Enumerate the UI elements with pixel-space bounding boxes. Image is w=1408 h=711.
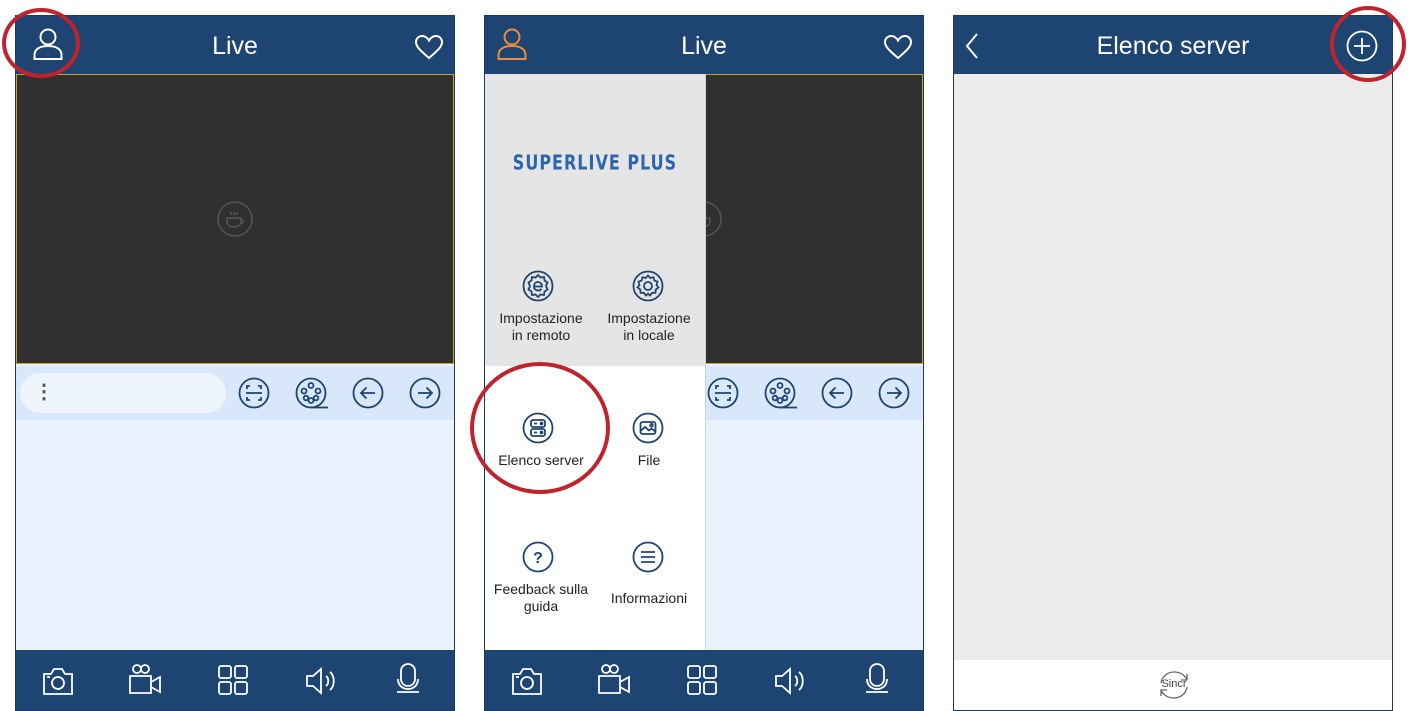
- remote-settings-icon: [522, 270, 554, 302]
- side-menu: SUPERLIVE PLUS Impostazione in remoto Im…: [485, 74, 706, 650]
- grid-layout-icon[interactable]: [217, 664, 249, 696]
- film-reel-icon[interactable]: [764, 377, 798, 411]
- more-icon[interactable]: ⋮: [34, 379, 54, 404]
- video-window[interactable]: [16, 74, 454, 364]
- sync-bar: Sincr: [954, 660, 1392, 710]
- camera-icon[interactable]: [42, 666, 74, 696]
- speaker-icon[interactable]: [774, 665, 810, 697]
- menu-header: SUPERLIVE PLUS Impostazione in remoto Im…: [485, 74, 705, 366]
- arrow-right-icon[interactable]: [409, 377, 441, 409]
- menu-label: File: [637, 452, 661, 468]
- video-record-icon[interactable]: [128, 663, 164, 695]
- heart-icon[interactable]: [883, 34, 913, 60]
- menu-label: Informazioni: [610, 590, 688, 606]
- top-bar: Live: [16, 16, 454, 74]
- image-file-icon: [632, 412, 664, 444]
- microphone-icon[interactable]: [395, 662, 421, 698]
- arrow-left-icon[interactable]: [352, 377, 384, 409]
- sync-label: Sincr: [1161, 678, 1187, 690]
- menu-label: Feedback sulla guida: [493, 581, 589, 614]
- heart-icon[interactable]: [414, 34, 444, 60]
- coffee-cup-icon: [217, 201, 253, 237]
- app-logo: SUPERLIVE PLUS: [512, 150, 678, 175]
- arrow-right-icon[interactable]: [878, 377, 910, 409]
- camera-icon[interactable]: [511, 666, 543, 696]
- page-title: Live: [681, 32, 727, 60]
- top-bar: Elenco server: [954, 16, 1392, 74]
- bottom-toolbar: [16, 650, 454, 710]
- video-record-icon[interactable]: [597, 663, 633, 695]
- bottom-toolbar: [485, 650, 923, 710]
- grid-layout-icon[interactable]: [686, 664, 718, 696]
- fullscreen-scan-icon[interactable]: [238, 377, 270, 409]
- highlight-server-list: [470, 362, 610, 494]
- highlight-user-icon: [2, 8, 80, 78]
- screen-live: Live ⋮: [15, 15, 455, 711]
- page-title: Live: [212, 32, 258, 60]
- svg-text:?: ?: [533, 550, 543, 567]
- more-menu-field[interactable]: ⋮: [20, 373, 226, 413]
- arrow-left-icon[interactable]: [821, 377, 853, 409]
- microphone-icon[interactable]: [864, 662, 890, 698]
- help-icon: ?: [522, 541, 554, 573]
- menu-label: Impostazione in locale: [607, 310, 691, 343]
- sync-button[interactable]: Sincr: [1150, 669, 1198, 701]
- fullscreen-scan-icon[interactable]: [707, 377, 739, 409]
- screen-server-list: Elenco server Sincr: [953, 15, 1393, 711]
- info-list-icon: [632, 541, 664, 573]
- top-bar: Live: [485, 16, 923, 74]
- gear-icon: [632, 270, 664, 302]
- page-title: Elenco server: [1096, 32, 1250, 60]
- server-list: [954, 74, 1392, 662]
- menu-label: Impostazione in remoto: [499, 310, 583, 343]
- control-bar: ⋮: [16, 366, 454, 420]
- film-reel-icon[interactable]: [295, 377, 329, 411]
- speaker-icon[interactable]: [305, 665, 341, 697]
- highlight-add-button: [1330, 6, 1406, 82]
